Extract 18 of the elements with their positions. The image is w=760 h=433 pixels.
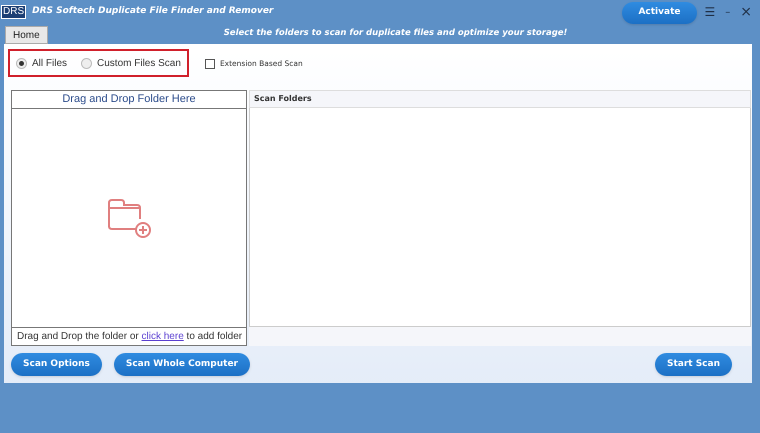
close-icon[interactable]: × [740,5,752,19]
add-folder-link[interactable]: click here [142,331,184,342]
drop-panel-title: Drag and Drop Folder Here [12,91,246,109]
drop-panel-footer: Drag and Drop the folder or click here to add folder [12,327,246,345]
scan-button[interactable]: Scan Whole Computer [114,353,250,376]
tagline: Select the folders to scan for duplicate files and optimize your storage! [224,27,568,40]
scan-button[interactable]: Scan Options [11,353,102,376]
scan-folders-header: Scan Folders [249,90,751,108]
app-logo: DRS [1,5,26,19]
window-title: DRS Softech Duplicate File Finder and Remover [32,5,274,18]
menu-icon[interactable]: ☰ [704,3,716,21]
folder-add-icon [106,197,152,239]
radio-option[interactable]: All Files [16,56,68,70]
home-tab[interactable]: Home [5,26,48,44]
minimize-icon[interactable]: – [725,4,730,20]
radio-option[interactable]: Custom Files Scan [81,56,181,70]
activate-button[interactable]: Activate [622,2,696,24]
start-scan-button[interactable]: Start Scan [654,353,732,376]
